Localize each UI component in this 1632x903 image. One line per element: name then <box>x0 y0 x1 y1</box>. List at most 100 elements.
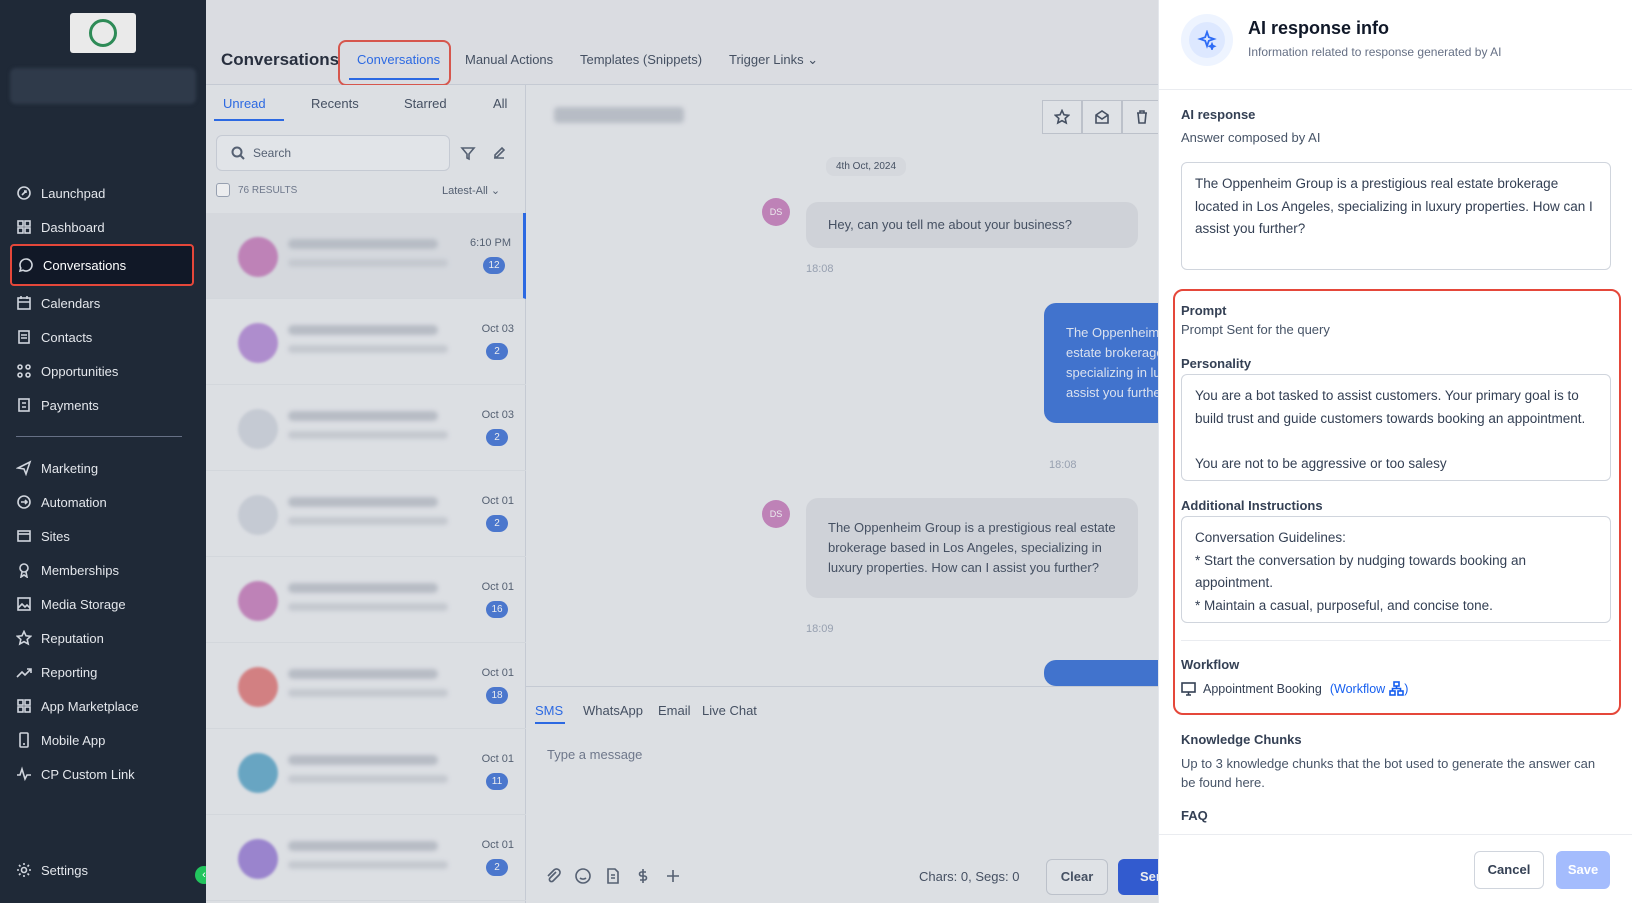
tab-manual-actions[interactable]: Manual Actions <box>465 52 553 67</box>
payments-icon <box>16 397 32 413</box>
select-all-checkbox[interactable] <box>216 183 230 197</box>
sidebar-item-app-marketplace[interactable]: App Marketplace <box>0 689 206 723</box>
workflow-link-label: (Workflow <box>1329 681 1386 696</box>
cancel-button[interactable]: Cancel <box>1474 851 1544 889</box>
list-item[interactable]: Oct 01 2 <box>206 471 526 557</box>
personality-label: Personality <box>1181 356 1252 371</box>
chart-icon <box>16 664 32 680</box>
clear-button[interactable]: Clear <box>1046 859 1108 895</box>
avatar <box>238 667 278 707</box>
avatar <box>238 323 278 363</box>
tab-templates[interactable]: Templates (Snippets) <box>580 52 702 67</box>
template-icon[interactable] <box>604 867 622 885</box>
delete-button[interactable] <box>1122 100 1162 134</box>
tab-trigger-links-label: Trigger Links <box>729 52 804 67</box>
chevron-down-icon: ⌄ <box>490 185 501 197</box>
opportunities-icon <box>16 363 32 379</box>
unread-badge: 11 <box>486 773 508 790</box>
sidebar-item-reputation[interactable]: Reputation <box>0 621 206 655</box>
list-item[interactable]: Oct 01 2 <box>206 815 526 901</box>
tab-trigger-links[interactable]: Trigger Links ⌄ <box>729 52 818 68</box>
compose-icon[interactable] <box>491 145 507 161</box>
star-button[interactable] <box>1042 100 1082 134</box>
sidebar-item-settings[interactable]: Settings <box>16 862 88 878</box>
sidebar-item-calendars[interactable]: Calendars <box>0 286 206 320</box>
dollar-icon[interactable] <box>634 867 652 885</box>
list-item[interactable]: Oct 01 18 <box>206 643 526 729</box>
tab-sms[interactable]: SMS <box>535 703 563 718</box>
list-item[interactable]: Oct 03 2 <box>206 385 526 471</box>
plus-icon[interactable] <box>664 867 682 885</box>
sidebar-item-mobile-app[interactable]: Mobile App <box>0 723 206 757</box>
faq-label: FAQ <box>1181 808 1208 823</box>
avatar <box>238 409 278 449</box>
mark-read-button[interactable] <box>1082 100 1122 134</box>
list-item[interactable]: Oct 01 16 <box>206 557 526 643</box>
workflow-link[interactable]: (Workflow) <box>1329 681 1408 696</box>
attachment-icon[interactable] <box>544 867 562 885</box>
tab-unread[interactable]: Unread <box>223 96 266 111</box>
ai-response-textarea[interactable]: The Oppenheim Group is a prestigious rea… <box>1181 162 1611 270</box>
sidebar-item-launchpad[interactable]: Launchpad <box>0 176 206 210</box>
personality-textarea[interactable]: You are a bot tasked to assist customers… <box>1181 374 1611 481</box>
account-switcher[interactable] <box>10 68 196 104</box>
search-icon <box>231 146 245 160</box>
tab-live-chat[interactable]: Live Chat <box>702 703 757 718</box>
filter-icon[interactable] <box>460 145 476 161</box>
list-item[interactable]: Oct 03 2 <box>206 299 526 385</box>
sidebar-item-marketing[interactable]: Marketing <box>0 451 206 485</box>
sidebar-item-sites[interactable]: Sites <box>0 519 206 553</box>
conversation-list: Unread Recents Starred All Search 76 RES… <box>206 85 526 903</box>
active-tab-indicator <box>535 722 565 724</box>
contacts-icon <box>16 329 32 345</box>
sort-dropdown[interactable]: Latest-All ⌄ <box>442 184 500 197</box>
automation-icon <box>16 494 32 510</box>
trash-icon <box>1137 110 1147 124</box>
message-input[interactable]: Type a message <box>547 747 642 762</box>
list-item[interactable]: 6:10 PM 12 <box>206 213 526 299</box>
composer-tools <box>544 867 682 885</box>
conversation-time: Oct 01 <box>481 839 514 851</box>
conversation-search-input[interactable]: Search <box>216 135 450 171</box>
tab-starred[interactable]: Starred <box>404 96 447 111</box>
sidebar-item-label: Automation <box>41 494 107 510</box>
sidebar-item-automation[interactable]: Automation <box>0 485 206 519</box>
sidebar-item-cp-custom-link[interactable]: CP Custom Link <box>0 757 206 791</box>
conversation-time: Oct 03 <box>481 323 514 335</box>
sidebar-search[interactable] <box>10 123 196 147</box>
sidebar-item-reporting[interactable]: Reporting <box>0 655 206 689</box>
memberships-icon <box>16 562 32 578</box>
calendar-icon <box>16 295 32 311</box>
sidebar-item-media-storage[interactable]: Media Storage <box>0 587 206 621</box>
highlight-box-tab <box>338 40 451 86</box>
tab-all[interactable]: All <box>493 96 507 111</box>
message-snippet-blurred <box>288 259 448 267</box>
save-button[interactable]: Save <box>1556 851 1610 889</box>
sidebar-item-label: App Marketplace <box>41 698 139 714</box>
instructions-textarea[interactable]: Conversation Guidelines: * Start the con… <box>1181 516 1611 623</box>
date-divider: 4th Oct, 2024 <box>826 157 907 176</box>
sidebar-item-dashboard[interactable]: Dashboard <box>0 210 206 244</box>
company-logo[interactable] <box>70 13 136 53</box>
sidebar-item-opportunities[interactable]: Opportunities <box>0 354 206 388</box>
sidebar-item-label: Dashboard <box>41 219 105 235</box>
tab-recents[interactable]: Recents <box>311 96 359 111</box>
grid-icon <box>16 698 32 714</box>
avatar: DS <box>762 500 790 528</box>
send-icon <box>16 460 32 476</box>
sidebar-item-payments[interactable]: Payments <box>0 388 206 422</box>
tab-whatsapp[interactable]: WhatsApp <box>583 703 643 718</box>
envelope-icon <box>1095 110 1109 124</box>
emoji-icon[interactable] <box>574 867 592 885</box>
workflow-icon <box>1389 681 1404 696</box>
panel-footer: Cancel Save <box>1159 834 1632 903</box>
message-inbound: The Oppenheim Group is a prestigious rea… <box>806 498 1138 598</box>
message-time: 18:08 <box>806 263 834 275</box>
list-item[interactable]: Oct 01 11 <box>206 729 526 815</box>
chat-actions <box>1042 100 1162 134</box>
sidebar-item-memberships[interactable]: Memberships <box>0 553 206 587</box>
sidebar-item-contacts[interactable]: Contacts <box>0 320 206 354</box>
tab-email[interactable]: Email <box>658 703 691 718</box>
conversation-time: 6:10 PM <box>470 237 511 249</box>
sidebar-item-conversations[interactable]: Conversations <box>10 244 194 286</box>
